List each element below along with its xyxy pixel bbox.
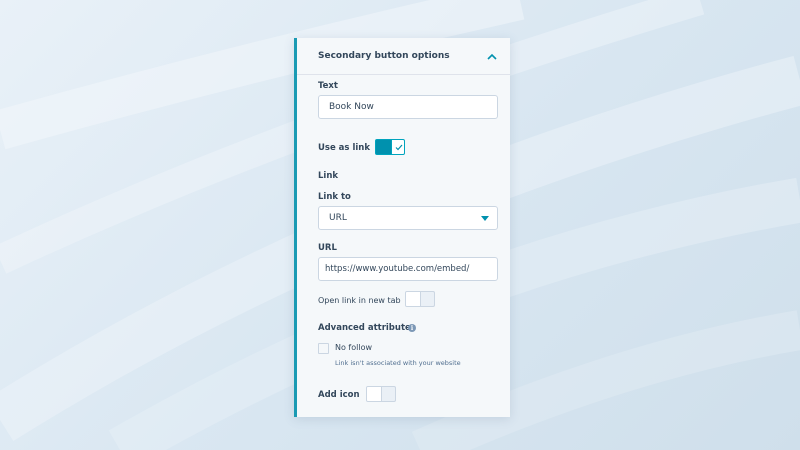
no-follow-checkbox[interactable] xyxy=(318,343,329,354)
panel-title: Secondary button options xyxy=(318,51,450,61)
text-label: Text xyxy=(318,81,338,91)
link-to-value: URL xyxy=(329,213,347,223)
link-to-select[interactable]: URL xyxy=(318,206,498,230)
add-icon-label: Add icon xyxy=(318,390,360,400)
caret-down-icon xyxy=(481,216,489,221)
add-icon-toggle[interactable] xyxy=(366,386,396,402)
open-new-tab-label: Open link in new tab xyxy=(318,296,401,305)
url-input[interactable]: https://www.youtube.com/embed/ xyxy=(318,257,498,281)
advanced-attributes-label: Advanced attributes xyxy=(318,323,416,333)
link-section-label: Link xyxy=(318,171,339,181)
secondary-button-options-panel: Secondary button options Text Book Now U… xyxy=(294,38,510,417)
link-to-label: Link to xyxy=(318,192,351,202)
open-new-tab-toggle[interactable] xyxy=(405,291,435,307)
check-icon xyxy=(391,140,404,154)
use-as-link-label: Use as link xyxy=(318,143,370,153)
url-label: URL xyxy=(318,243,337,253)
no-follow-label: No follow xyxy=(335,343,373,352)
info-icon[interactable]: i xyxy=(408,324,416,332)
panel-header[interactable]: Secondary button options xyxy=(297,38,510,75)
text-input[interactable]: Book Now xyxy=(318,95,498,119)
use-as-link-toggle[interactable] xyxy=(375,139,405,155)
chevron-up-icon[interactable] xyxy=(486,50,498,62)
no-follow-hint: Link isn't associated with your website xyxy=(335,359,461,367)
